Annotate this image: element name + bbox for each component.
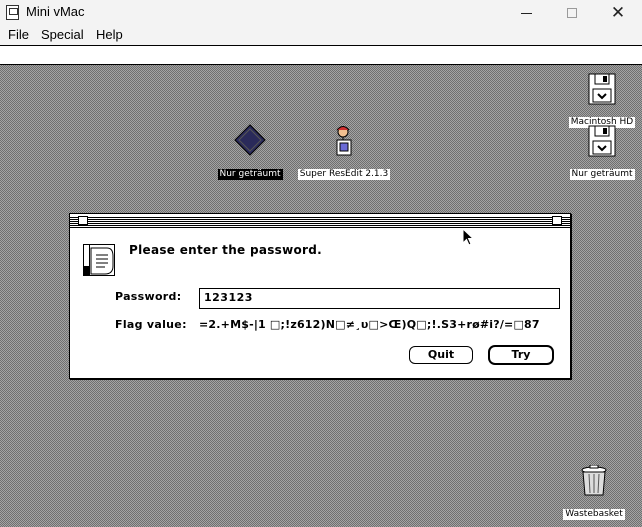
menubar: File Special Help	[0, 26, 642, 45]
desktop-icon-super-resedit[interactable]: Super ResEdit 2.1.3	[296, 123, 392, 180]
minimize-button[interactable]	[503, 0, 549, 26]
dialog-message: Please enter the password.	[129, 243, 323, 257]
menu-file[interactable]: File	[8, 27, 29, 42]
desktop-icon-macintosh-hd[interactable]: Macintosh HD	[566, 73, 638, 128]
try-button[interactable]: Try	[489, 346, 553, 364]
maximize-button[interactable]	[549, 0, 595, 26]
desktop-icon-nur-getraeumt-disk[interactable]: Nur geträumt	[566, 125, 638, 180]
note-icon	[83, 244, 115, 276]
flag-label: Flag value:	[115, 318, 187, 331]
document-icon	[234, 124, 266, 156]
desktop-icon-label: Nur geträumt	[217, 169, 283, 180]
password-input[interactable]: 123123	[199, 288, 560, 309]
trash-can-icon	[581, 464, 607, 496]
desktop-icon-label: Nur geträumt	[569, 169, 635, 180]
close-button[interactable]: ✕	[595, 0, 641, 26]
password-dialog: Please enter the password. Password: 123…	[69, 213, 571, 379]
password-label: Password:	[115, 290, 182, 303]
desktop-icon-label: Super ResEdit 2.1.3	[297, 169, 391, 180]
menu-special[interactable]: Special	[41, 27, 84, 42]
jack-in-the-box-icon	[336, 126, 352, 156]
floppy-disk-icon	[588, 125, 616, 157]
mac-menubar	[0, 45, 642, 65]
desktop-icon-label: Wastebasket	[563, 509, 625, 520]
dialog-zoom-box[interactable]	[552, 216, 562, 225]
dialog-title-bar[interactable]	[70, 214, 570, 228]
floppy-disk-icon	[588, 73, 616, 105]
desktop-icon-wastebasket[interactable]: Wastebasket	[560, 464, 628, 520]
minimize-icon	[520, 12, 532, 14]
close-icon: ✕	[610, 2, 626, 23]
mouse-cursor-icon	[462, 228, 474, 246]
quit-button[interactable]: Quit	[409, 346, 473, 364]
dialog-close-box[interactable]	[78, 216, 88, 225]
mac-desktop: Nur geträumt Super ResEdit 2.1.3 Macinto…	[0, 45, 642, 527]
window-title: Mini vMac	[26, 4, 85, 19]
mac-classic-icon	[6, 5, 19, 20]
maximize-icon	[567, 8, 577, 18]
menu-help[interactable]: Help	[96, 27, 123, 42]
desktop-icon-nur-getraeumt[interactable]: Nur geträumt	[216, 123, 284, 180]
window-titlebar: Mini vMac ✕	[0, 0, 642, 27]
flag-value: =2.+M$-|1 □;!z612)N□≠¸υ□>Œ)Q□;!.S3+rø#i?…	[199, 318, 540, 331]
